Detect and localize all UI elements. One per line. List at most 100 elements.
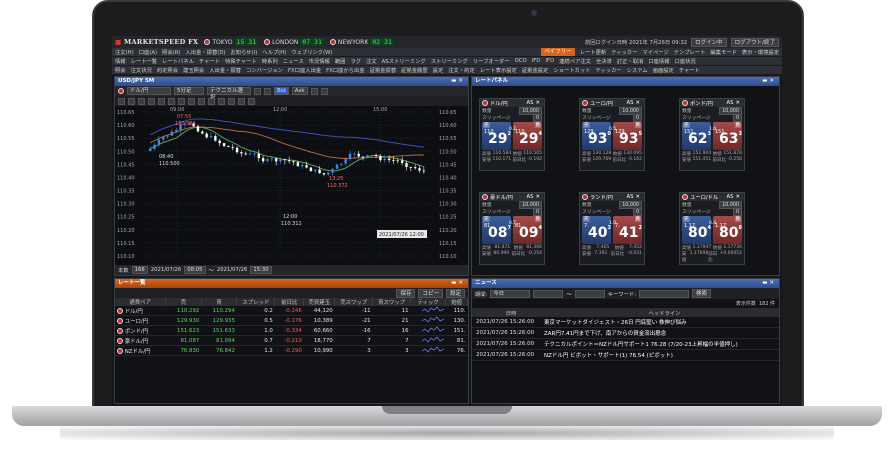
period-select[interactable]: 今日	[490, 289, 531, 298]
toolbar-item[interactable]: FX口座から出金	[326, 66, 364, 74]
date-input-to[interactable]	[574, 289, 605, 298]
toolbar-item[interactable]: チャート	[199, 57, 220, 65]
logout-button[interactable]: ログアウト/終了	[730, 37, 779, 47]
sell-button[interactable]: 売 1.17 804	[682, 216, 711, 244]
cursor-icon[interactable]	[118, 97, 125, 105]
menu-weblink[interactable]: ウェブリンク(W)	[291, 48, 332, 56]
pair-select[interactable]: ドル/円	[127, 87, 171, 95]
settings-button[interactable]: 設定	[445, 289, 465, 298]
sell-button[interactable]: 売 151. 623	[682, 122, 711, 150]
crosshair-icon[interactable]	[128, 97, 135, 105]
save-button[interactable]: 保存	[396, 289, 416, 298]
as-toggle[interactable]: AS	[727, 194, 734, 200]
channel-icon[interactable]	[168, 97, 175, 105]
count-select[interactable]: 168	[131, 266, 148, 274]
close-icon[interactable]: ✕	[736, 100, 742, 106]
candlestick-chart[interactable]: 110.65 110.60 110.55 110.50 110.45 110.40 110.…	[115, 106, 468, 266]
as-toggle[interactable]: AS	[727, 100, 734, 106]
toolbar-item[interactable]: レートパネル	[162, 57, 194, 65]
news-item[interactable]: 2021/07/26 15:26:00 ZAR円7.41円まで下げ、南アからの資金…	[472, 328, 779, 339]
settings-icon[interactable]	[320, 87, 328, 95]
news-item[interactable]: 2021/07/26 15:26:00 NZドル円 ビボット・サポート(1) 76…	[472, 350, 779, 361]
toolbar-item[interactable]: 市況情報	[309, 57, 330, 65]
column-header[interactable]: 前日比	[274, 298, 305, 306]
as-toggle[interactable]: AS	[627, 194, 634, 200]
toolbar-item[interactable]: レート表示設定	[480, 66, 517, 74]
zoom-in-icon[interactable]	[238, 97, 245, 105]
menu-inquiry[interactable]: 照会(R)	[162, 48, 180, 56]
buy-button[interactable]: 買 129. 935	[613, 122, 642, 150]
slippage-input[interactable]: 0	[532, 207, 542, 216]
slippage-input[interactable]: 0	[532, 113, 542, 122]
toolbar-item[interactable]: ストリーミング	[431, 57, 468, 65]
line-icon[interactable]	[264, 87, 271, 95]
slippage-input[interactable]: 0	[732, 113, 742, 122]
toolbar-item[interactable]: 証拠金設定	[522, 66, 549, 74]
toolbar-item[interactable]: コンバージョン	[246, 66, 283, 74]
column-header[interactable]: スプレッド	[236, 298, 276, 306]
column-header[interactable]: 買スワップ	[372, 298, 411, 306]
toolbar-item[interactable]: チャート	[679, 66, 700, 74]
menu-ticker[interactable]: ティッカー	[611, 48, 637, 56]
vline-icon[interactable]	[158, 97, 165, 105]
toolbar-item[interactable]: リーブオーダー	[473, 57, 510, 65]
toolbar-item[interactable]: 画面設定	[653, 66, 674, 74]
close-icon[interactable]: ✕	[636, 100, 642, 106]
menu-account[interactable]: 口座(A)	[139, 48, 157, 56]
table-row[interactable]: ユーロ/円 129.930 129.935 0.5 -0.176 10,389 -21 21 1…	[115, 315, 468, 326]
column-header[interactable]: 通貨ペア	[115, 298, 167, 306]
as-toggle[interactable]: AS	[627, 100, 634, 106]
sell-button[interactable]: 売 7. 403	[582, 216, 611, 244]
menu-display-settings[interactable]: 表示・環境設定	[742, 48, 779, 56]
keyword-input[interactable]	[638, 289, 689, 298]
toolbar-item[interactable]: 設定	[433, 66, 444, 74]
toolbar-item[interactable]: 訂正・取消	[617, 57, 644, 65]
news-item[interactable]: 2021/07/26 15:26:00 テクニカルポイント＝NZドル円サポート1 …	[472, 339, 779, 350]
menu-rate-update[interactable]: レート更新	[580, 48, 607, 56]
slippage-input[interactable]: 0	[632, 207, 642, 216]
as-toggle[interactable]: AS	[527, 100, 534, 106]
eraser-icon[interactable]	[228, 97, 235, 105]
slippage-input[interactable]: 0	[732, 207, 742, 216]
toolbar-item[interactable]: 口座状況	[675, 57, 696, 65]
buy-button[interactable]: 買 110. 294	[513, 122, 542, 150]
toolbar-item[interactable]: 証拠金振替	[370, 66, 397, 74]
from-date-input[interactable]: 2021/07/26	[151, 267, 182, 273]
column-header[interactable]: 売	[165, 298, 202, 306]
bid-button[interactable]: Bid	[274, 87, 289, 95]
toolbar-item[interactable]: 注文	[366, 57, 377, 65]
text-icon[interactable]	[208, 97, 215, 105]
column-header[interactable]: 売スワップ	[334, 298, 374, 306]
search-button[interactable]: 検索	[691, 289, 711, 298]
column-header[interactable]: 買	[201, 298, 238, 306]
menu-mypage[interactable]: マイページ	[642, 48, 668, 56]
menu-notice[interactable]: お知らせ(I)	[231, 48, 258, 56]
indicator-select[interactable]: テクニカル選択	[207, 87, 251, 101]
menu-deposit[interactable]: 入出金・振替(D)	[186, 48, 226, 56]
toolbar-item[interactable]: 建玉照会	[183, 66, 204, 74]
grid-icon[interactable]	[310, 87, 318, 95]
toolbar-item[interactable]: IFO	[545, 58, 554, 64]
date-input[interactable]	[533, 289, 564, 298]
buy-button[interactable]: 買 1.17 808	[713, 216, 742, 244]
rectangle-icon[interactable]	[188, 97, 195, 105]
column-header[interactable]: 始値	[445, 298, 468, 306]
trendline-icon[interactable]	[138, 97, 145, 105]
toolbar-item[interactable]: ティッカー	[595, 66, 621, 74]
menu-order[interactable]: 注文(H)	[115, 48, 134, 56]
toolbar-item[interactable]: 情報	[115, 57, 126, 65]
payfree-button[interactable]: ペイフリー	[541, 48, 575, 56]
toolbar-item[interactable]: 全決済	[596, 57, 612, 65]
table-row[interactable]: NZドル/円 76.830 76.842 1.2 -0.290 10,990 3 3 76.	[115, 345, 468, 356]
table-row[interactable]: ドル/円 110.292 110.294 0.2 -0.246 44,120 -11 11 11…	[115, 306, 468, 316]
close-icon[interactable]: ✕	[636, 194, 642, 200]
to-date-input[interactable]: 2021/07/26	[217, 267, 248, 273]
toolbar-item[interactable]: 範囲	[335, 57, 346, 65]
news-item[interactable]: 2021/07/26 15:26:00 東京マーケットダイジェスト・26日 円底堅…	[472, 317, 779, 328]
toolbar-item[interactable]: レート一覧	[131, 57, 158, 65]
buy-button[interactable]: 買 151. 633	[713, 122, 742, 150]
toolbar-item[interactable]: 連続ペア注文	[559, 57, 591, 65]
buy-button[interactable]: 買 7. 412	[613, 216, 642, 244]
toolbar-item[interactable]: 特殊チャート	[225, 57, 257, 65]
to-time-input[interactable]: 15:30	[250, 266, 272, 274]
